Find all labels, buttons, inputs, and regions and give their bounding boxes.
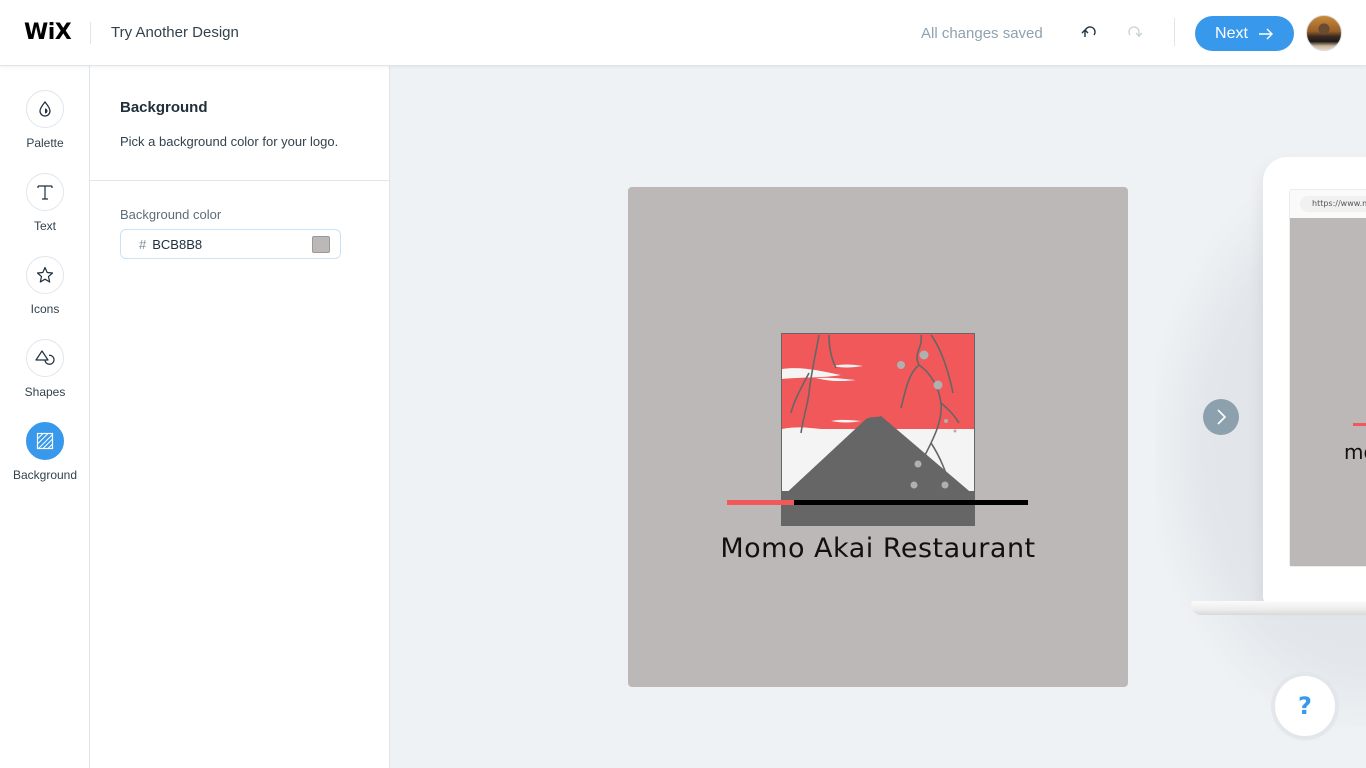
text-button[interactable]: [26, 173, 64, 211]
hash-prefix: #: [139, 236, 147, 252]
shapes-icon: [35, 350, 55, 365]
background-color-label: Background color: [120, 207, 222, 222]
brand-name-text[interactable]: Momo Akai Restaurant: [628, 533, 1128, 564]
undo-button[interactable]: [1076, 20, 1102, 46]
next-button[interactable]: Next: [1195, 16, 1294, 51]
text-t-icon: [37, 185, 53, 200]
next-design-button[interactable]: [1203, 399, 1239, 435]
background-panel: Background Pick a background color for y…: [90, 66, 390, 768]
accent-bar-black: [794, 500, 1028, 505]
panel-description: Pick a background color for your logo.: [120, 134, 339, 149]
top-header: WiX Try Another Design All changes saved…: [0, 0, 1366, 66]
rail-item-shapes[interactable]: Shapes: [0, 339, 90, 399]
mountain-blossom-illustration: [781, 333, 975, 526]
panel-divider: [90, 180, 389, 181]
icons-button[interactable]: [26, 256, 64, 294]
help-button[interactable]: ?: [1275, 676, 1335, 736]
undo-icon: [1081, 26, 1096, 37]
preview-brand-text: mo: [1344, 440, 1366, 464]
save-status: All changes saved: [921, 25, 1043, 42]
rail-label: Palette: [26, 136, 64, 150]
laptop-base: [1191, 601, 1366, 615]
rail-label: Icons: [30, 302, 60, 316]
arrow-right-icon: [1258, 28, 1273, 39]
header-separator: [1174, 18, 1175, 46]
palette-button[interactable]: [26, 90, 64, 128]
laptop-screen: https://www.m mo: [1289, 189, 1366, 567]
rail-item-background[interactable]: Background: [0, 422, 90, 482]
preview-logo-background: mo: [1290, 218, 1366, 566]
panel-title: Background: [120, 99, 208, 116]
header-divider: [90, 22, 91, 44]
logo-preview-card[interactable]: Momo Akai Restaurant: [628, 187, 1128, 687]
star-icon: [36, 266, 54, 283]
rail-item-palette[interactable]: Palette: [0, 90, 90, 150]
rail-label: Text: [33, 219, 56, 233]
accent-bar-red: [727, 500, 794, 505]
next-label: Next: [1215, 24, 1248, 42]
rail-label: Shapes: [24, 385, 66, 399]
background-button[interactable]: [26, 422, 64, 460]
rail-label: Background: [12, 468, 78, 482]
wix-logo[interactable]: WiX: [24, 22, 72, 44]
background-color-field[interactable]: #: [120, 229, 341, 259]
try-another-design-link[interactable]: Try Another Design: [111, 24, 239, 41]
palette-drop-icon: [39, 100, 51, 117]
rail-item-text[interactable]: Text: [0, 173, 90, 233]
color-swatch[interactable]: [312, 236, 330, 253]
rail-item-icons[interactable]: Icons: [0, 256, 90, 316]
design-canvas: Momo Akai Restaurant https://www.m mo ?: [391, 67, 1366, 768]
chevron-right-icon: [1217, 409, 1227, 425]
preview-accent-bar: [1353, 423, 1366, 426]
background-hatch-icon: [36, 432, 54, 450]
tool-rail: Palette Text Icons Shapes Background: [0, 66, 90, 768]
user-avatar[interactable]: [1306, 15, 1342, 51]
background-color-input[interactable]: [152, 236, 293, 252]
laptop-mockup: https://www.m mo: [1263, 157, 1366, 603]
preview-url-bar: https://www.m: [1300, 196, 1366, 212]
redo-button[interactable]: [1122, 20, 1148, 46]
redo-icon: [1128, 26, 1143, 37]
shapes-button[interactable]: [26, 339, 64, 377]
